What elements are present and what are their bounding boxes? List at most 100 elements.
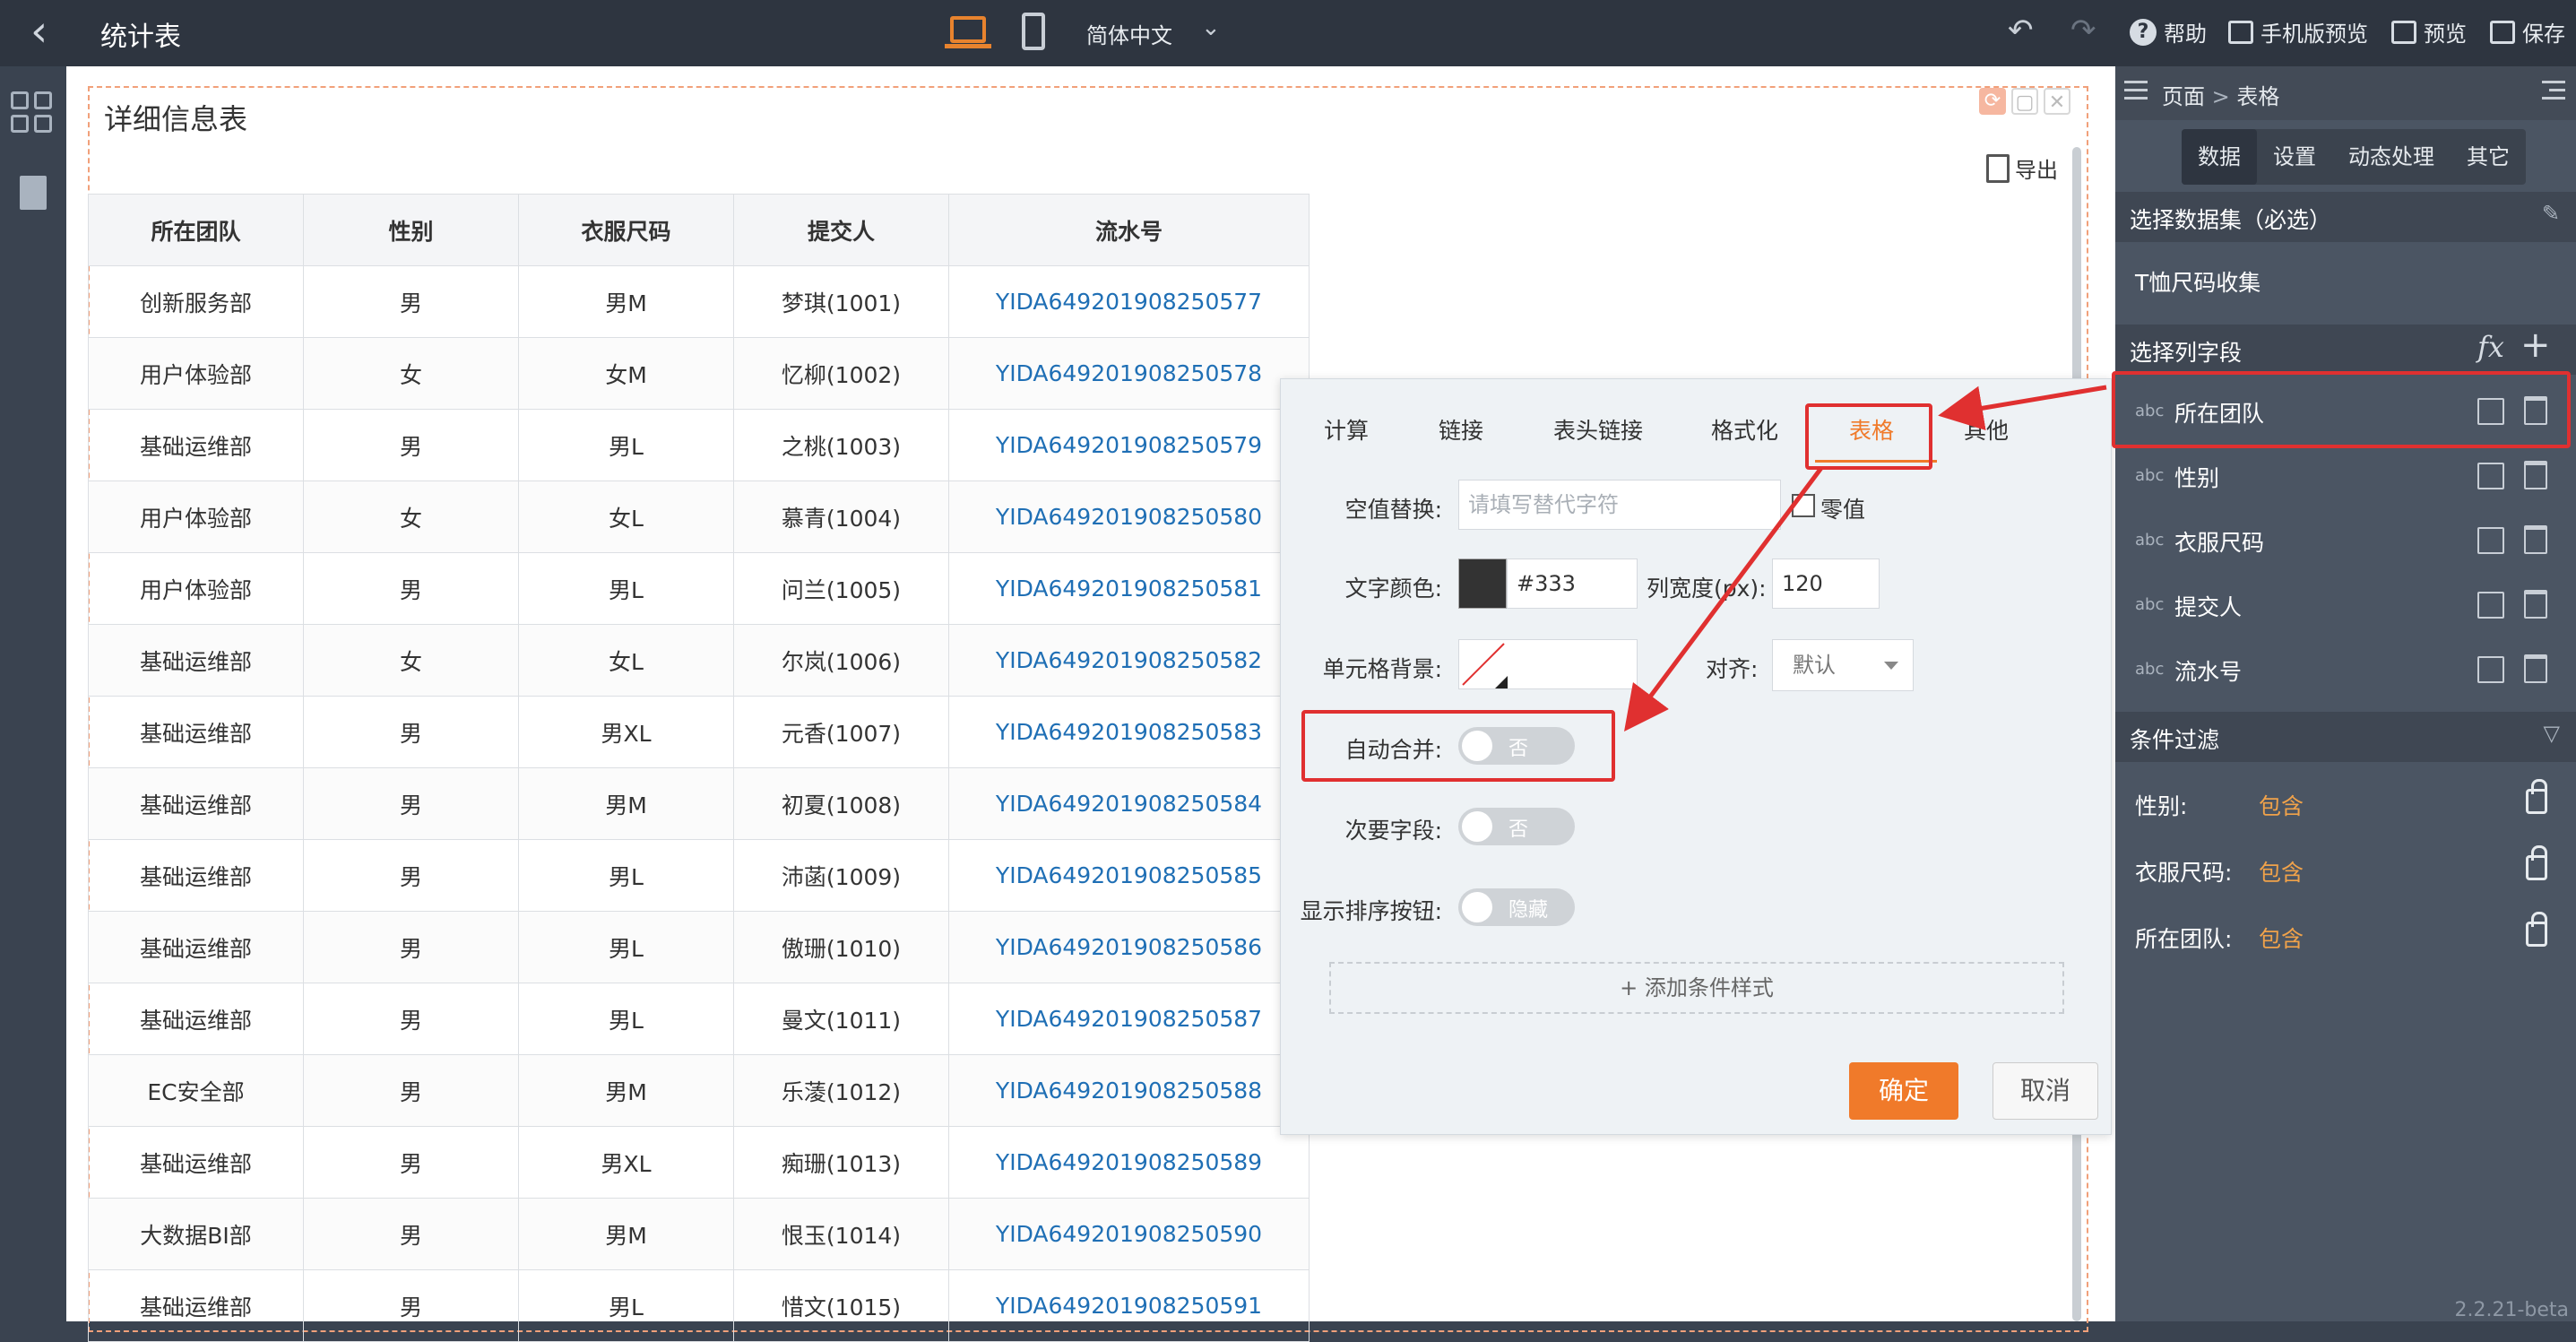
filter-item[interactable]: 所在团队: 包含 [2115, 904, 2576, 970]
trash-icon[interactable] [2524, 525, 2547, 554]
formula-icon[interactable]: fx [2477, 330, 2504, 364]
column-field-item[interactable]: abc 性别 [2115, 445, 2576, 509]
filter-value[interactable]: 包含 [2259, 789, 2304, 821]
align-select[interactable]: 默认 [1772, 639, 1914, 691]
filter-value[interactable]: 包含 [2259, 922, 2304, 954]
col-width-input[interactable]: 120 [1772, 558, 1880, 609]
tab-settings[interactable]: 设置 [2257, 129, 2332, 185]
serial-link[interactable]: YIDA649201908250582 [948, 624, 1310, 697]
dataset-name[interactable]: T恤尺码收集 [2135, 265, 2260, 298]
serial-link[interactable]: YIDA649201908250589 [948, 1126, 1310, 1199]
serial-link[interactable]: YIDA649201908250581 [948, 552, 1310, 625]
lock-icon[interactable] [2526, 779, 2547, 814]
column-header[interactable]: 衣服尺码 [518, 194, 734, 266]
cell-bg-picker[interactable] [1458, 639, 1638, 689]
zero-value-checkbox[interactable] [1792, 494, 1815, 517]
text-color-input[interactable]: #333 [1507, 558, 1638, 609]
version-text: 2.2.21-beta [2454, 1299, 2569, 1321]
edit-icon[interactable] [2477, 463, 2504, 489]
serial-link[interactable]: YIDA649201908250577 [948, 265, 1310, 338]
filter-item[interactable]: 性别: 包含 [2115, 771, 2576, 837]
table-cell: 基础运维部 [88, 696, 304, 768]
table-header-row: 所在团队 性别 衣服尺码 提交人 流水号 [88, 194, 1310, 266]
refresh-icon[interactable]: ⟳ [1979, 88, 2006, 115]
layers-icon[interactable] [2124, 79, 2148, 102]
serial-link[interactable]: YIDA649201908250585 [948, 839, 1310, 912]
filter-icon[interactable]: ▽ [2544, 721, 2560, 746]
filter-value[interactable]: 包含 [2259, 855, 2304, 887]
preview-button[interactable]: 预览 [2391, 16, 2467, 48]
tab-dynamic[interactable]: 动态处理 [2332, 129, 2451, 185]
page-document-icon[interactable] [20, 176, 47, 210]
serial-link[interactable]: YIDA649201908250584 [948, 767, 1310, 840]
tab-calc[interactable]: 计算 [1324, 413, 1369, 446]
column-header[interactable]: 提交人 [733, 194, 949, 266]
help-button[interactable]: ? 帮助 [2130, 16, 2207, 48]
breadcrumb-page[interactable]: 页面 [2162, 84, 2205, 109]
table-cell: 初夏(1008) [733, 767, 949, 840]
serial-link[interactable]: YIDA649201908250578 [948, 337, 1310, 410]
table-cell: 惜文(1015) [733, 1269, 949, 1342]
collapse-panel-icon[interactable] [2542, 79, 2565, 102]
serial-link[interactable]: YIDA649201908250580 [948, 481, 1310, 553]
cancel-button[interactable]: 取消 [1993, 1062, 2098, 1120]
table-cell: 男L [518, 911, 734, 983]
tab-data[interactable]: 数据 [2182, 129, 2257, 185]
filter-label: 性别: [2135, 793, 2188, 819]
components-grid-icon[interactable] [11, 91, 56, 136]
export-button[interactable]: 导出 [1986, 152, 2058, 184]
trash-icon[interactable] [2524, 590, 2547, 619]
secondary-field-toggle[interactable]: 否 [1458, 808, 1575, 845]
filter-item[interactable]: 衣服尺码: 包含 [2115, 837, 2576, 904]
tab-header-link[interactable]: 表头链接 [1553, 413, 1643, 446]
chevron-down-icon[interactable]: ⌄ [1201, 14, 1221, 41]
edit-dataset-icon[interactable]: ✎ [2542, 201, 2560, 226]
sort-button-toggle[interactable]: 隐藏 [1458, 888, 1575, 926]
edit-icon[interactable] [2477, 592, 2504, 619]
column-field-item[interactable]: abc 提交人 [2115, 574, 2576, 638]
column-header[interactable]: 所在团队 [88, 194, 304, 266]
tab-others[interactable]: 其它 [2451, 129, 2526, 185]
serial-link[interactable]: YIDA649201908250586 [948, 911, 1310, 983]
tab-link[interactable]: 链接 [1439, 413, 1483, 446]
column-header[interactable]: 流水号 [948, 194, 1310, 266]
mobile-preview-button[interactable]: 手机版预览 [2228, 16, 2368, 48]
confirm-button[interactable]: 确定 [1849, 1062, 1958, 1120]
undo-icon[interactable]: ↶ [2008, 13, 2034, 48]
back-arrow-icon[interactable]: ‹ [30, 9, 48, 54]
tab-format[interactable]: 格式化 [1711, 413, 1778, 446]
column-field-item[interactable]: abc 流水号 [2115, 638, 2576, 703]
add-field-icon[interactable]: + [2520, 325, 2551, 366]
close-icon[interactable]: ✕ [2044, 88, 2070, 115]
dataset-section: 选择数据集（必选） ✎ [2115, 192, 2576, 242]
redo-icon[interactable]: ↷ [2070, 13, 2096, 48]
serial-link[interactable]: YIDA649201908250583 [948, 696, 1310, 768]
mobile-device-icon[interactable] [1022, 13, 1045, 50]
trash-icon[interactable] [2524, 461, 2547, 489]
table-cell: 男 [303, 1269, 519, 1342]
lock-icon[interactable] [2526, 845, 2547, 880]
copy-icon[interactable]: ▢ [2011, 88, 2038, 115]
serial-link[interactable]: YIDA649201908250587 [948, 983, 1310, 1055]
serial-link[interactable]: YIDA649201908250579 [948, 409, 1310, 481]
serial-link[interactable]: YIDA649201908250591 [948, 1269, 1310, 1342]
lock-icon[interactable] [2526, 912, 2547, 947]
trash-icon[interactable] [2524, 654, 2547, 683]
edit-icon[interactable] [2477, 656, 2504, 683]
table-row: 用户体验部女女L 慕青(1004) YIDA649201908250580 [88, 481, 1310, 553]
serial-link[interactable]: YIDA649201908250590 [948, 1198, 1310, 1270]
language-select[interactable]: 简体中文 [1086, 18, 1172, 49]
desktop-device-icon[interactable] [945, 16, 991, 48]
column-header[interactable]: 性别 [303, 194, 519, 266]
edit-icon[interactable] [2477, 527, 2504, 554]
empty-replace-input[interactable]: 请填写替代字符 [1458, 480, 1781, 530]
column-field-item[interactable]: abc 衣服尺码 [2115, 509, 2576, 574]
save-button[interactable]: 保存 [2490, 16, 2565, 48]
add-condition-style-button[interactable]: + 添加条件样式 [1329, 962, 2064, 1014]
table-cell: 男 [303, 265, 519, 338]
table-cell: 男L [518, 409, 734, 481]
table-row: 创新服务部男男M 梦琪(1001) YIDA649201908250577 [88, 265, 1310, 338]
serial-link[interactable]: YIDA649201908250588 [948, 1054, 1310, 1127]
text-color-swatch[interactable] [1458, 558, 1507, 609]
tab-other[interactable]: 其他 [1964, 413, 2009, 446]
